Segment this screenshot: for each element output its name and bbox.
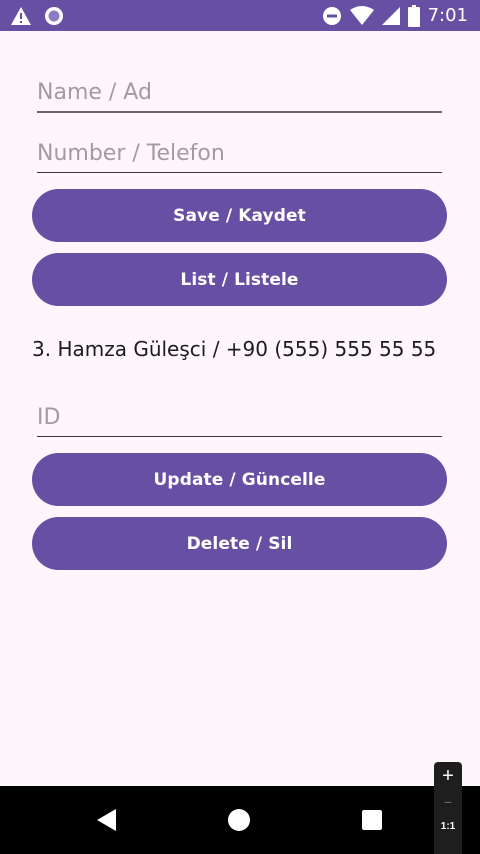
back-icon[interactable] — [93, 806, 121, 834]
signal-icon — [381, 6, 400, 26]
number-field-underline — [37, 172, 442, 173]
id-field-underline — [37, 436, 442, 437]
zoom-out-button[interactable]: − — [434, 792, 462, 812]
home-icon[interactable] — [225, 806, 253, 834]
name-placeholder: Name / Ad — [37, 80, 152, 105]
save-button[interactable]: Save / Kaydet — [32, 189, 447, 242]
wifi-icon — [349, 5, 374, 26]
zoom-reset-button[interactable]: 1:1 — [434, 820, 462, 834]
zoom-control: + − 1:1 — [434, 762, 462, 854]
recents-icon[interactable] — [358, 806, 386, 834]
list-button[interactable]: List / Listele — [32, 253, 447, 306]
id-field[interactable]: ID — [37, 404, 442, 438]
name-field[interactable]: Name / Ad — [37, 79, 442, 115]
number-field[interactable]: Number / Telefon — [37, 140, 442, 174]
status-time: 7:01 — [427, 5, 468, 26]
delete-button[interactable]: Delete / Sil — [32, 517, 447, 570]
navigation-bar — [0, 786, 480, 854]
status-bar: 7:01 — [0, 0, 480, 31]
number-placeholder: Number / Telefon — [37, 141, 225, 166]
update-button-label: Update / Güncelle — [153, 469, 326, 490]
list-button-label: List / Listele — [180, 269, 299, 290]
save-button-label: Save / Kaydet — [173, 205, 306, 226]
name-field-underline — [37, 111, 442, 113]
result-text: 3. Hamza Güleşci / +90 (555) 555 55 55 — [32, 337, 437, 361]
id-placeholder: ID — [37, 405, 61, 430]
delete-button-label: Delete / Sil — [186, 533, 293, 554]
do-not-disturb-icon — [322, 6, 342, 26]
zoom-in-button[interactable]: + — [434, 764, 462, 788]
battery-icon — [407, 4, 420, 27]
circle-app-icon — [44, 6, 64, 26]
warning-icon — [10, 6, 32, 26]
update-button[interactable]: Update / Güncelle — [32, 453, 447, 506]
